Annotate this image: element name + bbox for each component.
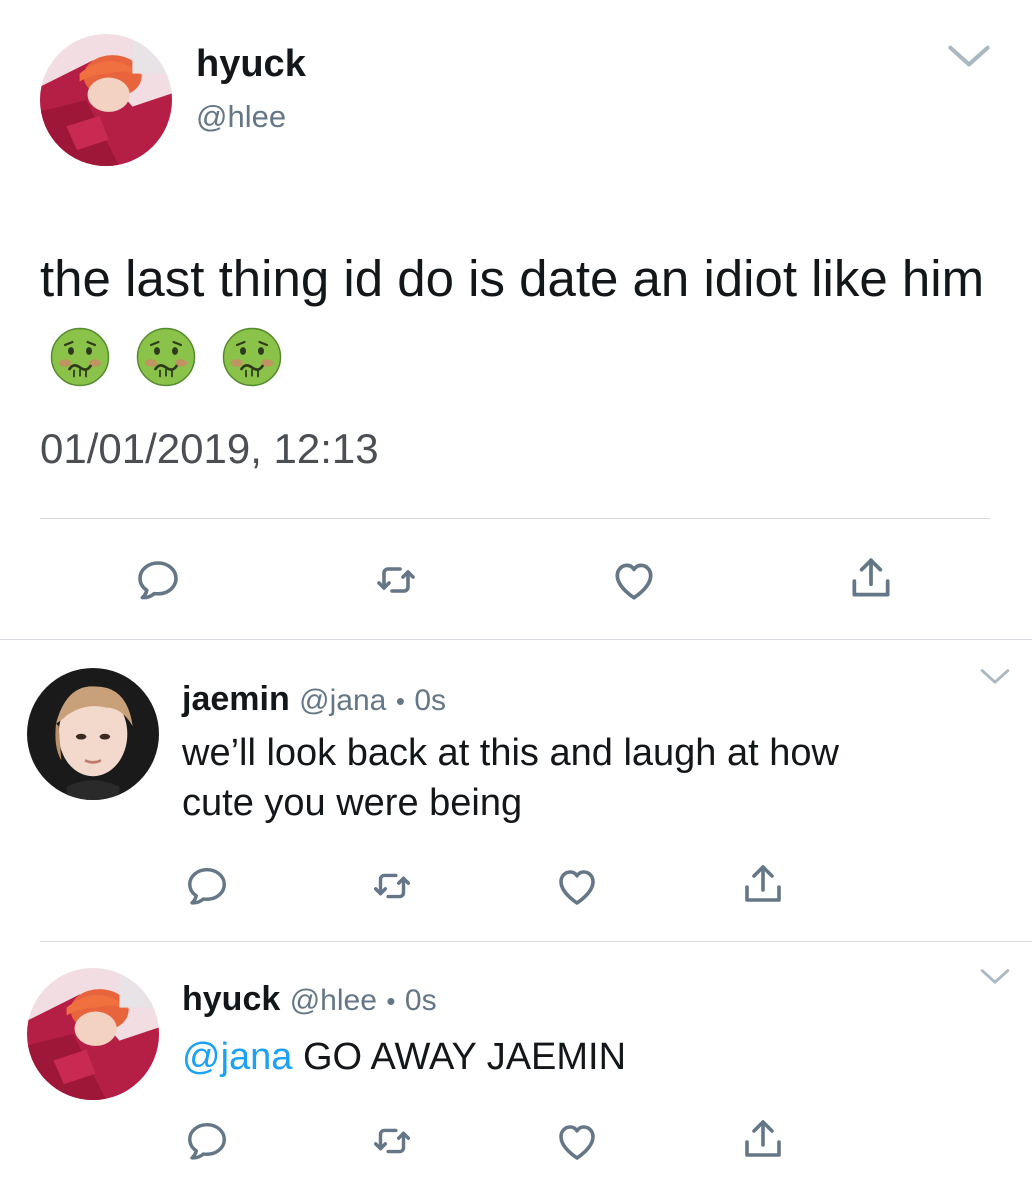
retweet-button[interactable] xyxy=(368,552,424,608)
share-icon xyxy=(739,860,787,908)
retweet-icon xyxy=(369,1118,415,1164)
nauseated-face-icon xyxy=(136,327,196,387)
divider xyxy=(40,518,990,519)
chevron-down-icon[interactable] xyxy=(978,968,1012,986)
heart-icon xyxy=(609,555,659,605)
avatar[interactable] xyxy=(27,668,159,800)
retweet-button[interactable] xyxy=(364,1113,420,1169)
mention-link[interactable]: @jana xyxy=(182,1036,292,1078)
avatar-image xyxy=(40,34,172,166)
reply-button[interactable] xyxy=(179,858,235,914)
avatar-image xyxy=(27,668,159,800)
reply-icon xyxy=(184,1118,230,1164)
handle[interactable]: @jana xyxy=(299,684,386,717)
share-button[interactable] xyxy=(735,856,791,912)
retweet-button[interactable] xyxy=(364,858,420,914)
share-button[interactable] xyxy=(843,550,899,606)
nauseated-face-icon xyxy=(222,327,282,387)
tweet-text: @jana GO AWAY JAEMIN xyxy=(182,1032,626,1082)
separator: • xyxy=(386,986,396,1016)
reply-button[interactable] xyxy=(130,552,186,608)
chevron-down-icon[interactable] xyxy=(946,44,992,70)
avatar[interactable] xyxy=(40,34,172,166)
handle[interactable]: @hlee xyxy=(290,984,377,1017)
divider xyxy=(0,639,1032,640)
avatar[interactable] xyxy=(27,968,159,1100)
time: 0s xyxy=(414,684,447,717)
share-icon xyxy=(846,553,896,603)
heart-icon xyxy=(553,862,601,910)
reply-header: jaemin @jana • 0s xyxy=(182,678,446,722)
display-name[interactable]: jaemin xyxy=(182,680,290,718)
time: 0s xyxy=(404,984,437,1017)
tweet-text-line: we’ll look back at this and laugh at how xyxy=(182,732,839,774)
like-button[interactable] xyxy=(549,1113,605,1169)
nauseated-face-icon xyxy=(50,327,110,387)
display-name[interactable]: hyuck xyxy=(196,42,306,86)
reply-button[interactable] xyxy=(179,1113,235,1169)
retweet-icon xyxy=(372,556,420,604)
reply-icon xyxy=(184,863,230,909)
reply-icon xyxy=(134,556,182,604)
timestamp: 01/01/2019, 12:13 xyxy=(40,425,379,472)
tweet-text: we’ll look back at this and laugh at how… xyxy=(182,728,839,828)
avatar-image xyxy=(27,968,159,1100)
like-button[interactable] xyxy=(606,552,662,608)
tweet-text-line: cute you were being xyxy=(182,782,523,824)
heart-icon xyxy=(553,1117,601,1165)
tweet-text: the last thing id do is date an idiot li… xyxy=(40,242,1000,390)
separator: • xyxy=(395,686,405,716)
tweet-text-content: the last thing id do is date an idiot li… xyxy=(40,250,985,307)
divider xyxy=(40,941,1032,942)
handle[interactable]: @hlee xyxy=(196,98,286,136)
retweet-icon xyxy=(369,863,415,909)
like-button[interactable] xyxy=(549,858,605,914)
share-button[interactable] xyxy=(735,1111,791,1167)
display-name[interactable]: hyuck xyxy=(182,980,280,1018)
emoji-group xyxy=(50,316,282,390)
chevron-down-icon[interactable] xyxy=(978,668,1012,686)
tweet-text-content: GO AWAY JAEMIN xyxy=(292,1036,627,1078)
share-icon xyxy=(739,1115,787,1163)
reply-header: hyuck @hlee • 0s xyxy=(182,978,437,1022)
